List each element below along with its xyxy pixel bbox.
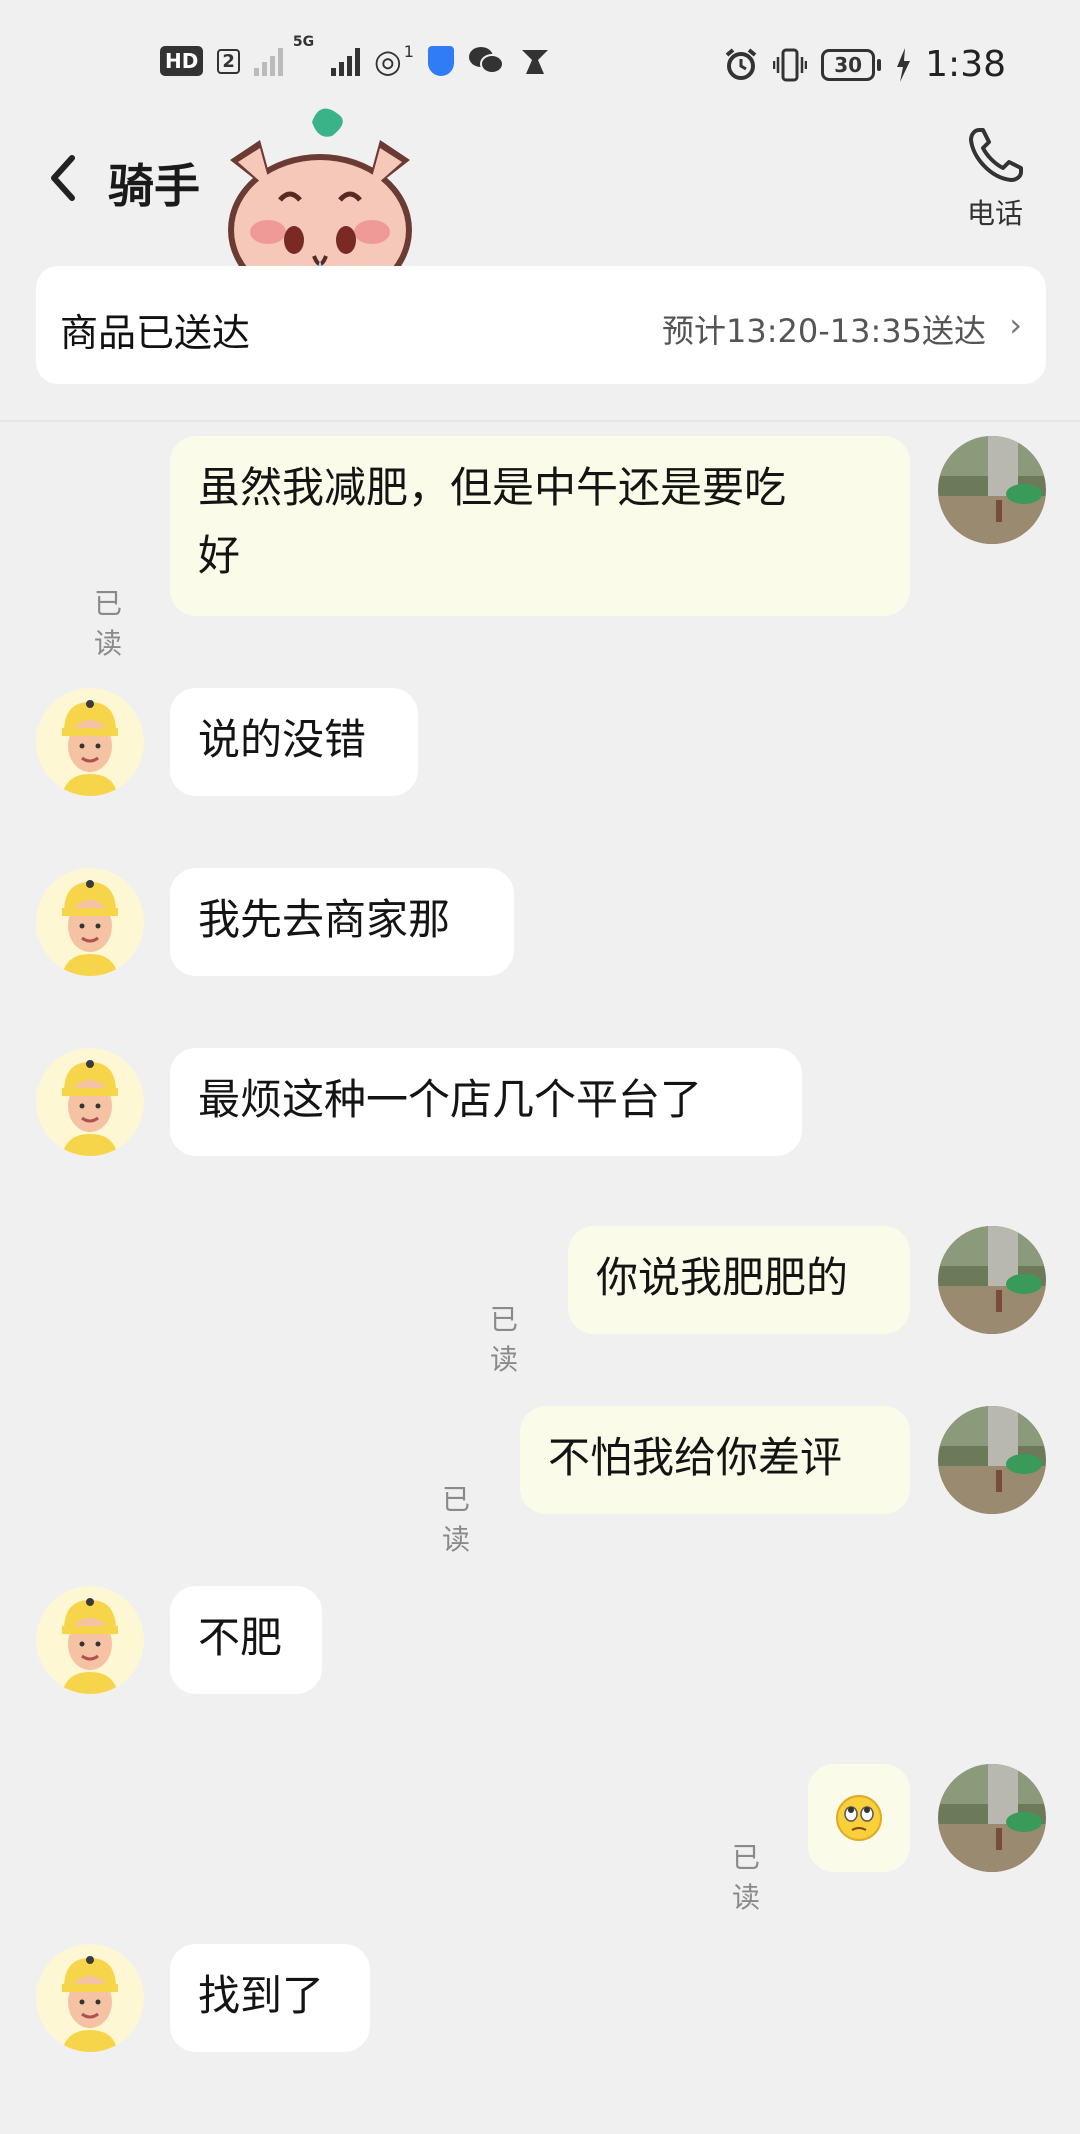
shield-icon [427,46,454,76]
message-bubble[interactable] [808,1764,910,1872]
read-receipt: 已读 [94,587,123,660]
signal-5g-icon: 5G [293,34,360,76]
call-label: 电话 [966,197,1023,230]
status-right: 30 1:38 [723,44,1006,85]
battery-level: 30 [821,48,876,81]
rider-avatar[interactable] [36,868,144,976]
rider-avatar[interactable] [36,1586,144,1694]
rider-avatar[interactable] [36,688,144,796]
rider-avatar[interactable] [36,1048,144,1156]
alarm-icon [725,47,757,80]
vibrate-icon [773,48,808,81]
message-bubble[interactable]: 虽然我减肥，但是中午还是要吃 好 [170,436,910,616]
hotspot-icon: ◎ [373,42,402,80]
sim-badge: 2 [217,48,240,74]
message-text: 不怕我给你差评 [548,1433,843,1482]
divider [0,420,1080,422]
chevron-right-icon: › [1009,306,1022,344]
message-text: 最烦这种一个店几个平台了 [198,1075,703,1124]
chat-header: 骑手 电话 [0,110,1080,250]
page-title: 骑手 [108,159,200,213]
read-receipt: 已读 [732,1841,761,1914]
hd-badge: HD [160,46,204,76]
message-bubble[interactable]: 不怕我给你差评 [520,1406,910,1514]
message-bubble[interactable]: 你说我肥肥的 [568,1226,910,1334]
message-bubble[interactable]: 不肥 [170,1586,322,1694]
battery-icon: 30 [821,48,882,81]
user-avatar[interactable] [938,436,1046,544]
delivery-eta: 预计13:20-13:35送达 [662,312,986,350]
message-bubble[interactable]: 找到了 [170,1944,370,2052]
message-text: 不肥 [198,1613,283,1662]
delivery-status-card[interactable]: 商品已送达 预计13:20-13:35送达 › [36,266,1046,384]
signal-icon [253,46,283,76]
app-icon [521,50,548,74]
message-text: 虽然我减肥，但是中午还是要吃 好 [198,463,787,580]
user-avatar[interactable] [938,1764,1046,1872]
phone-icon [969,128,1023,182]
message-text: 找到了 [198,1971,325,2020]
message-bubble[interactable]: 说的没错 [170,688,418,796]
clock: 1:38 [925,44,1006,85]
user-avatar[interactable] [938,1406,1046,1514]
back-arrow-icon[interactable] [42,148,86,208]
network-label: 5G [292,34,315,50]
message-text: 你说我肥肥的 [596,1253,849,1302]
charging-icon [897,47,911,82]
call-button[interactable]: 电话 [950,124,1040,232]
status-left: HD 2 5G ◎ 1 [160,34,552,80]
message-bubble[interactable]: 最烦这种一个店几个平台了 [170,1048,802,1156]
hotspot-count: 1 [403,41,414,61]
rider-avatar[interactable] [36,1944,144,2052]
wechat-icon [468,47,504,74]
message-text: 说的没错 [198,715,367,764]
eye-roll-emoji-icon [836,1795,882,1841]
message-text: 我先去商家那 [198,895,451,944]
user-avatar[interactable] [938,1226,1046,1334]
read-receipt: 已读 [442,1483,471,1556]
read-receipt: 已读 [490,1303,519,1376]
message-bubble[interactable]: 我先去商家那 [170,868,514,976]
delivery-status: 商品已送达 [60,311,251,355]
